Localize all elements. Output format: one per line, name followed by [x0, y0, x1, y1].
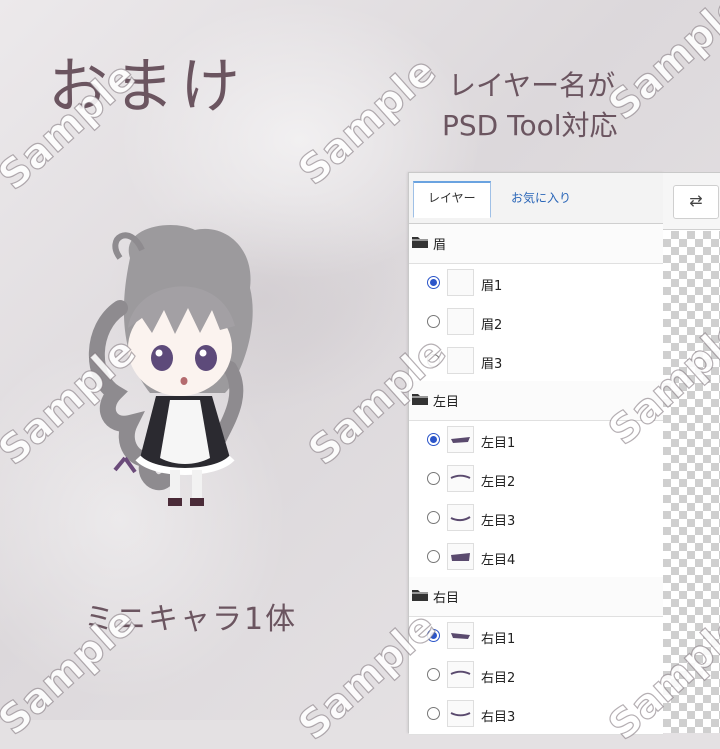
- layer-radio[interactable]: [427, 550, 440, 563]
- folder-icon: [412, 590, 428, 601]
- layer-thumbnail: [447, 347, 474, 374]
- tab-favorites[interactable]: お気に入り: [497, 183, 585, 215]
- layer-name: 右目2: [481, 671, 516, 686]
- transparent-canvas: [663, 231, 720, 733]
- preview-toolbar: ⇄: [663, 173, 720, 230]
- preview-area: ⇄: [663, 172, 720, 733]
- layer-thumbnail: [447, 504, 474, 531]
- omake-title: おまけ: [48, 52, 246, 122]
- layer-name: 左目3: [481, 514, 516, 529]
- layer-name: 眉2: [481, 318, 503, 333]
- layer-name: 右目1: [481, 632, 516, 647]
- layer-thumbnail: [447, 622, 474, 649]
- layer-group-name: 右目: [433, 591, 460, 606]
- swap-button[interactable]: ⇄: [673, 185, 719, 219]
- layer-radio[interactable]: [427, 629, 440, 642]
- layer-thumbnail: [447, 426, 474, 453]
- layer-name-caption: レイヤー名が PSD Tool対応: [442, 66, 688, 146]
- layer-name: 左目4: [481, 553, 516, 568]
- layer-group-right-eye[interactable]: 右目: [409, 577, 663, 617]
- layer-thumbnail: [447, 543, 474, 570]
- layer-thumbnail: [447, 269, 474, 296]
- layer-thumbnail: [447, 700, 474, 727]
- layer-thumbnail: [447, 308, 474, 335]
- mini-character-caption: ミニキャラ1体: [84, 602, 298, 637]
- layer-panel: レイヤー お気に入り 眉 眉1 眉2 眉3 左目 左目1 左目2 左目3 左目4…: [408, 172, 664, 735]
- layer-name: 右目3: [481, 710, 516, 725]
- layer-name-caption-line2: PSD Tool対応: [442, 109, 618, 142]
- tab-layers[interactable]: レイヤー: [413, 181, 491, 218]
- layer-thumbnail: [447, 661, 474, 688]
- layer-group-name: 眉: [433, 238, 447, 253]
- layer-radio[interactable]: [427, 707, 440, 720]
- layer-row-left-eye1[interactable]: 左目1: [409, 421, 663, 461]
- layer-name: 左目1: [481, 436, 516, 451]
- layer-radio[interactable]: [427, 511, 440, 524]
- layer-thumbnail: [447, 465, 474, 492]
- layer-row-right-eye2[interactable]: 右目2: [409, 656, 663, 696]
- layer-row-right-eye1[interactable]: 右目1: [409, 617, 663, 657]
- swap-icon: ⇄: [689, 191, 703, 210]
- folder-icon: [412, 237, 428, 248]
- chibi-character-illustration: [88, 225, 253, 506]
- layer-radio[interactable]: [427, 276, 440, 289]
- folder-icon: [412, 394, 428, 405]
- layer-row-left-eye3[interactable]: 左目3: [409, 499, 663, 539]
- layer-name: 左目2: [481, 475, 516, 490]
- layer-radio[interactable]: [427, 668, 440, 681]
- layer-group-left-eye[interactable]: 左目: [409, 381, 663, 421]
- layer-radio[interactable]: [427, 433, 440, 446]
- layer-name: 眉3: [481, 357, 503, 372]
- layer-row-right-eye3[interactable]: 右目3: [409, 695, 663, 735]
- layer-name: 眉1: [481, 279, 503, 294]
- layer-group-name: 左目: [433, 395, 460, 410]
- layer-row-mayu3[interactable]: 眉3: [409, 342, 663, 382]
- layer-name-caption-line1: レイヤー名が: [448, 69, 616, 102]
- layer-row-left-eye4[interactable]: 左目4: [409, 538, 663, 578]
- layer-group-mayu[interactable]: 眉: [409, 224, 663, 264]
- layer-radio[interactable]: [427, 472, 440, 485]
- panel-tabs: レイヤー お気に入り: [409, 173, 663, 224]
- layer-row-left-eye2[interactable]: 左目2: [409, 460, 663, 500]
- layer-row-mayu1[interactable]: 眉1: [409, 264, 663, 304]
- layer-radio[interactable]: [427, 315, 440, 328]
- layer-radio[interactable]: [427, 354, 440, 367]
- layer-row-mayu2[interactable]: 眉2: [409, 303, 663, 343]
